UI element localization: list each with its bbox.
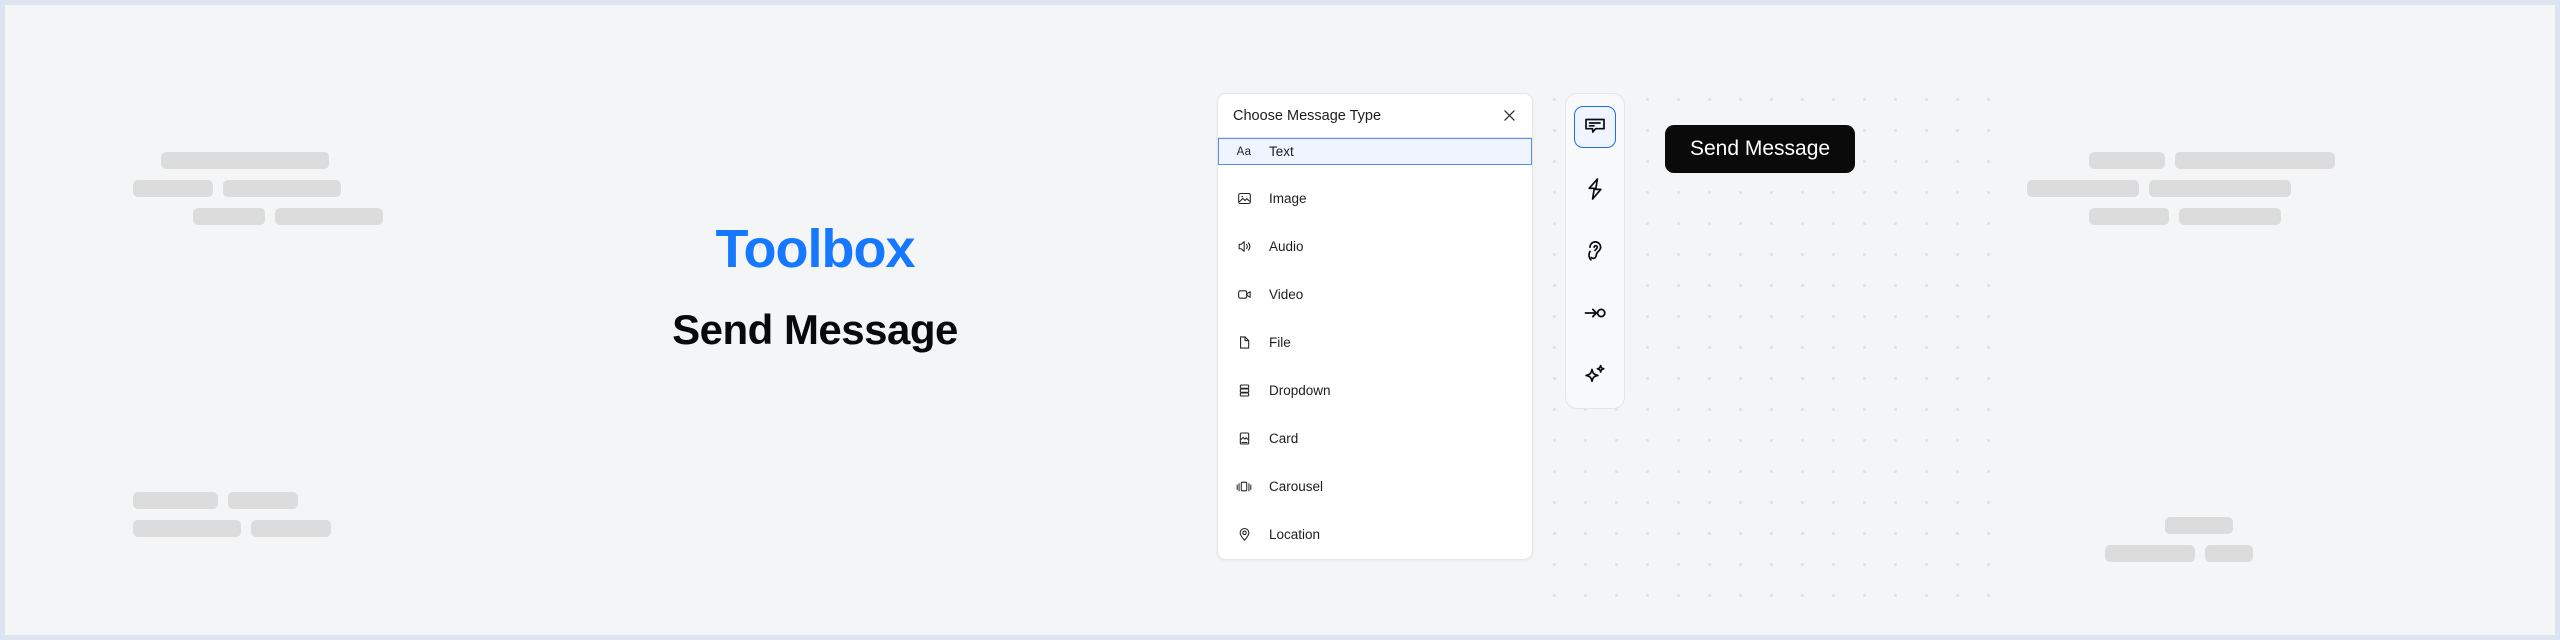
skeleton-bar bbox=[2089, 152, 2165, 169]
list-item-card[interactable]: Card bbox=[1218, 424, 1532, 453]
toolbar-button-go-to[interactable] bbox=[1574, 292, 1616, 334]
skeleton-row bbox=[133, 520, 331, 537]
audio-icon bbox=[1235, 238, 1253, 256]
dropdown-icon bbox=[1235, 382, 1253, 400]
toolbar-button-listen[interactable] bbox=[1574, 230, 1616, 272]
skeleton-row bbox=[2105, 517, 2253, 534]
panel-header: Choose Message Type bbox=[1218, 94, 1532, 138]
toolbar-button-ai-sparkles[interactable] bbox=[1574, 354, 1616, 396]
skeleton-bar bbox=[275, 208, 383, 225]
list-item-label: Card bbox=[1269, 431, 1299, 446]
skeleton-bar bbox=[2027, 180, 2139, 197]
skeleton-row bbox=[2105, 545, 2253, 562]
list-item-location[interactable]: Location bbox=[1218, 520, 1532, 549]
card-icon bbox=[1235, 430, 1253, 448]
hero-text-block: Toolbox Send Message bbox=[565, 219, 1065, 354]
list-item-label: Location bbox=[1269, 527, 1321, 542]
file-icon bbox=[1235, 334, 1253, 352]
skeleton-bar bbox=[2165, 517, 2233, 534]
skeleton-bar bbox=[2205, 545, 2253, 562]
page-subtitle: Send Message bbox=[672, 306, 958, 354]
skeleton-row bbox=[2027, 152, 2335, 169]
video-icon bbox=[1235, 286, 1253, 304]
vertical-toolbar bbox=[1565, 93, 1625, 409]
skeleton-bar bbox=[2105, 545, 2195, 562]
message-type-list: Aa Text Image Audio Video File Dropdown … bbox=[1218, 138, 1532, 559]
toolbar-button-trigger[interactable] bbox=[1574, 168, 1616, 210]
skeleton-bar bbox=[2179, 208, 2281, 225]
skeleton-bar bbox=[133, 520, 241, 537]
location-icon bbox=[1235, 526, 1253, 544]
image-icon bbox=[1235, 190, 1253, 208]
page-canvas: Toolbox Send Message Choose Message Type… bbox=[5, 5, 2555, 635]
tooltip-send-message: Send Message bbox=[1665, 125, 1856, 173]
skeleton-bar bbox=[133, 180, 213, 197]
skeleton-group-top-left bbox=[133, 152, 383, 236]
list-item-audio[interactable]: Audio bbox=[1218, 232, 1532, 261]
list-item-dropdown[interactable]: Dropdown bbox=[1218, 376, 1532, 405]
skeleton-bar bbox=[2089, 208, 2169, 225]
close-icon[interactable] bbox=[1499, 106, 1519, 126]
list-item-label: Image bbox=[1269, 191, 1307, 206]
skeleton-bar bbox=[228, 492, 298, 509]
list-item-label: Audio bbox=[1269, 239, 1304, 254]
choose-message-type-panel: Choose Message Type Aa Text Image Audio … bbox=[1217, 93, 1533, 560]
list-item-video[interactable]: Video bbox=[1218, 280, 1532, 309]
skeleton-group-bottom-left bbox=[133, 492, 331, 548]
skeleton-bar bbox=[193, 208, 265, 225]
skeleton-row bbox=[133, 492, 331, 509]
skeleton-row bbox=[133, 180, 383, 197]
skeleton-bar bbox=[2175, 152, 2335, 169]
skeleton-bar bbox=[2149, 180, 2291, 197]
skeleton-row bbox=[133, 208, 383, 225]
list-item-text[interactable]: Aa Text bbox=[1218, 138, 1532, 165]
list-item-label: Carousel bbox=[1269, 479, 1324, 494]
skeleton-bar bbox=[251, 520, 331, 537]
list-item-label: Dropdown bbox=[1269, 383, 1331, 398]
skeleton-bar bbox=[223, 180, 341, 197]
page-title: Toolbox bbox=[715, 219, 916, 279]
skeleton-row bbox=[133, 152, 383, 169]
panel-title: Choose Message Type bbox=[1233, 107, 1382, 124]
list-item-label: Video bbox=[1269, 287, 1304, 302]
skeleton-bar bbox=[133, 492, 218, 509]
skeleton-bar bbox=[161, 152, 329, 169]
toolbar-button-send-message[interactable] bbox=[1574, 106, 1616, 148]
list-item-image[interactable]: Image bbox=[1218, 184, 1532, 213]
list-item-label: Text bbox=[1269, 144, 1294, 159]
skeleton-row bbox=[2027, 208, 2335, 225]
carousel-icon bbox=[1235, 478, 1253, 496]
skeleton-group-bottom-right bbox=[2105, 517, 2253, 573]
skeleton-group-top-right bbox=[2027, 152, 2335, 236]
list-item-file[interactable]: File bbox=[1218, 328, 1532, 357]
text-aa-icon: Aa bbox=[1236, 145, 1252, 158]
list-item-carousel[interactable]: Carousel bbox=[1218, 472, 1532, 501]
list-item-label: File bbox=[1269, 335, 1291, 350]
skeleton-row bbox=[2027, 180, 2335, 197]
